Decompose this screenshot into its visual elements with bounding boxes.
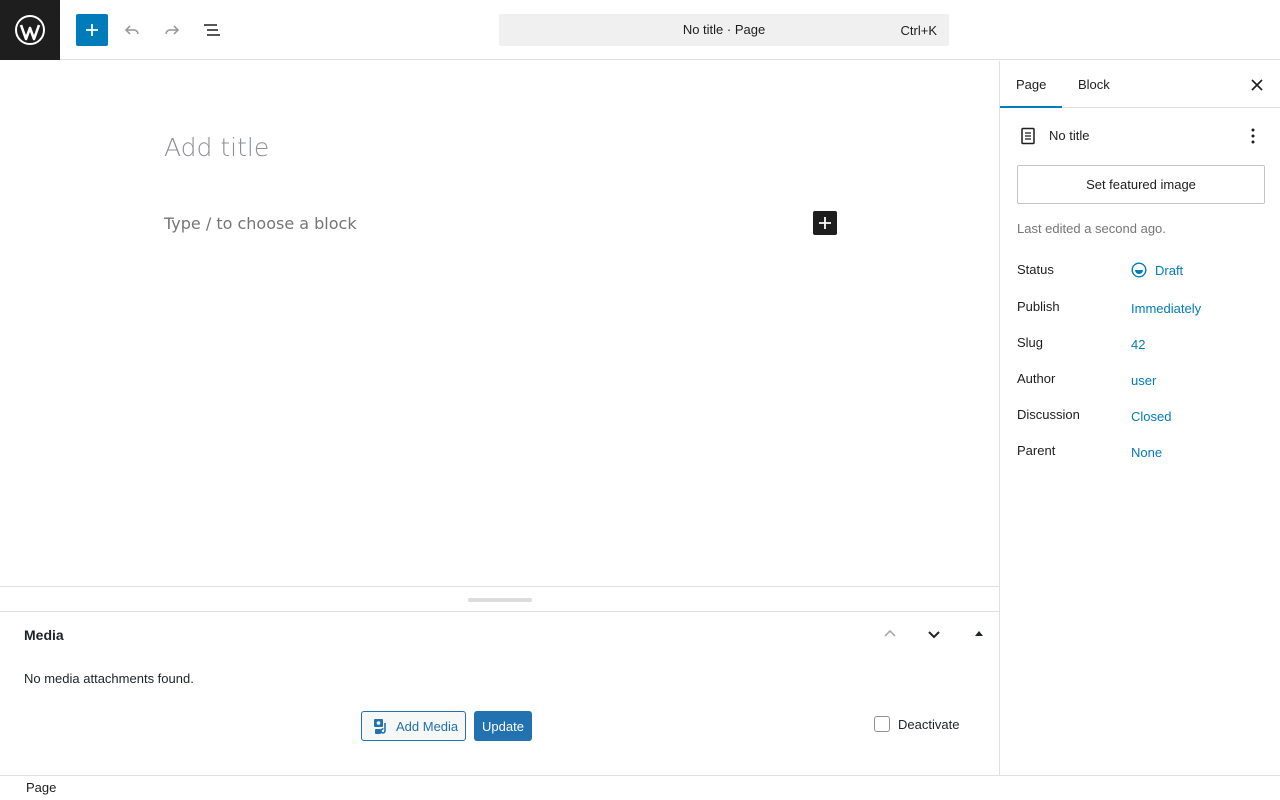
author-button[interactable]: user [1131, 373, 1156, 388]
deactivate-toggle[interactable]: Deactivate [874, 716, 959, 732]
move-down-button[interactable] [922, 622, 946, 646]
metabox-resize-bar [0, 586, 999, 612]
more-vertical-icon [1251, 128, 1255, 144]
meta-key: Discussion [1017, 407, 1080, 422]
last-edited-text: Last edited a second ago. [1017, 221, 1166, 236]
meta-key: Slug [1017, 335, 1044, 350]
update-button[interactable]: Update [474, 711, 532, 741]
meta-key: Publish [1017, 299, 1060, 314]
top-toolbar: No title · Page Ctrl+K [0, 0, 1280, 60]
document-overview-button[interactable] [196, 14, 228, 46]
meta-key: Parent [1017, 443, 1056, 458]
slug-button[interactable]: 42 [1131, 337, 1145, 352]
breadcrumb-item[interactable]: Page [26, 780, 56, 795]
meta-key: Status [1017, 262, 1054, 277]
undo-button[interactable] [116, 14, 148, 46]
settings-sidebar: Page Block No title Set featured image L… [999, 61, 1280, 775]
deactivate-label: Deactivate [898, 716, 960, 732]
post-title-input[interactable]: Add title [164, 133, 269, 162]
list-view-icon [204, 24, 220, 36]
tab-block[interactable]: Block [1078, 61, 1110, 108]
redo-button[interactable] [156, 14, 188, 46]
block-breadcrumb-bar: Page [0, 775, 1280, 800]
sidebar-doc-title: No title [1049, 128, 1090, 143]
meta-row-parent: Parent None [1017, 443, 1267, 463]
meta-row-publish: Publish Immediately [1017, 299, 1267, 319]
status-button[interactable]: Draft [1131, 262, 1183, 278]
resize-handle[interactable] [468, 598, 532, 602]
editor-canvas: Add title Type / to choose a block [0, 61, 999, 586]
deactivate-checkbox[interactable] [874, 716, 890, 732]
sidebar-tabs: Page Block [1000, 61, 1280, 108]
metabox-title: Media [24, 627, 64, 643]
default-block-appender[interactable]: Type / to choose a block [164, 214, 357, 233]
toggle-panel-button[interactable] [967, 622, 991, 646]
add-media-label: Add Media [396, 718, 459, 734]
meta-row-slug: Slug 42 [1017, 335, 1267, 355]
triangle-up-icon [975, 631, 983, 636]
wordpress-logo-icon[interactable] [0, 0, 60, 60]
block-inserter-button[interactable] [76, 14, 108, 46]
plus-icon [86, 24, 98, 36]
move-up-button[interactable] [878, 622, 902, 646]
document-title: No title · Page [682, 22, 766, 37]
more-actions-button[interactable] [1241, 124, 1265, 148]
set-featured-image-button[interactable]: Set featured image [1017, 165, 1265, 204]
meta-row-discussion: Discussion Closed [1017, 407, 1267, 427]
meta-key: Author [1017, 371, 1056, 386]
meta-row-author: Author user [1017, 371, 1267, 391]
redo-icon [165, 25, 180, 35]
media-metabox: Media No media attachments found. Add Me… [0, 612, 999, 775]
meta-value: Draft [1155, 262, 1184, 278]
undo-icon [124, 25, 139, 35]
keyboard-shortcut: Ctrl+K [900, 23, 937, 38]
page-icon [1021, 127, 1035, 145]
tab-page[interactable]: Page [1000, 61, 1062, 108]
add-media-button[interactable]: Add Media [361, 711, 466, 741]
discussion-button[interactable]: Closed [1131, 409, 1171, 424]
close-icon [1251, 79, 1263, 91]
meta-row-status: Status Draft [1017, 262, 1267, 282]
publish-date-button[interactable]: Immediately [1131, 301, 1201, 316]
no-media-text: No media attachments found. [24, 671, 194, 686]
plus-icon [819, 217, 831, 229]
close-sidebar-button[interactable] [1245, 73, 1269, 97]
chevron-down-icon [928, 631, 940, 639]
parent-button[interactable]: None [1131, 445, 1162, 460]
command-palette-button[interactable]: No title · Page Ctrl+K [499, 14, 949, 46]
add-block-button[interactable] [813, 211, 837, 235]
draft-status-icon [1131, 262, 1147, 278]
media-icon [374, 719, 386, 734]
chevron-up-icon [884, 629, 896, 637]
